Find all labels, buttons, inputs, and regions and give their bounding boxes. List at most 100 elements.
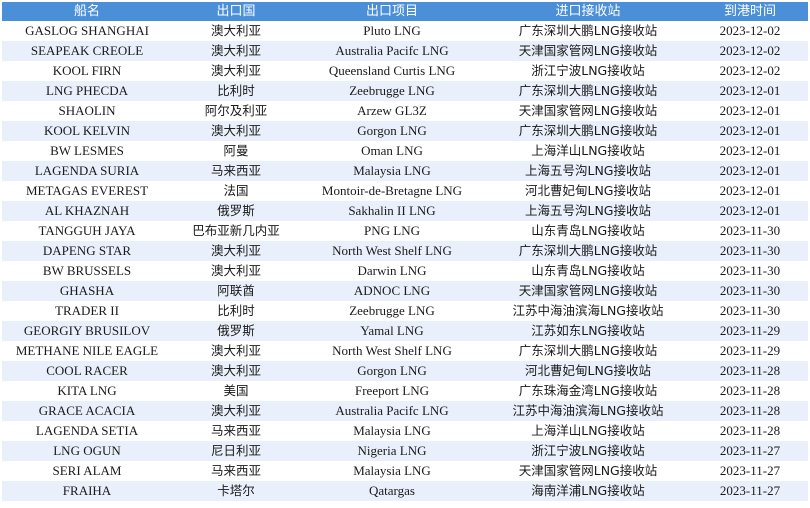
export-country-cell: 澳大利亚 [172,41,300,61]
export-project-cell: Queensland Curtis LNG [300,61,484,81]
table-row[interactable]: KITA LNG 美国 Freeport LNG 广东珠海金湾LNG接收站 2023-1… [2,381,808,401]
ship-name-cell: LNG OGUN [2,441,172,461]
import-terminal-cell: 天津国家管网LNG接收站 [484,281,692,301]
export-project-cell: Nigeria LNG [300,441,484,461]
export-country-cell: 法国 [172,181,300,201]
table-row[interactable]: METAGAS EVEREST 法国 Montoir-de-Bretagne LNG… [2,181,808,201]
table-row[interactable]: GEORGIY BRUSILOV 俄罗斯 Yamal LNG 江苏如东LNG接收站 20… [2,321,808,341]
import-terminal-cell: 浙江宁波LNG接收站 [484,441,692,461]
table-row[interactable]: KOOL FIRN 澳大利亚 Queensland Curtis LNG 浙江宁波LN… [2,61,808,81]
ship-name-cell: METHANE NILE EAGLE [2,341,172,361]
arrival-date-cell: 2023-11-30 [692,261,808,281]
export-country-cell: 澳大利亚 [172,21,300,41]
table-row[interactable]: GASLOG SHANGHAI 澳大利亚 Pluto LNG 广东深圳大鹏LNG接收站… [2,21,808,41]
header-ship-name[interactable]: 船名 [2,2,172,21]
arrival-date-cell: 2023-11-30 [692,301,808,321]
arrival-date-cell: 2023-11-28 [692,361,808,381]
table-row[interactable]: SERI ALAM 马来西亚 Malaysia LNG 天津国家管网LNG接收站 202… [2,461,808,481]
table-row[interactable]: AL KHAZNAH 俄罗斯 Sakhalin II LNG 上海五号沟LNG接收站 2… [2,201,808,221]
arrival-date-cell: 2023-12-01 [692,121,808,141]
table-row[interactable]: LNG PHECDA 比利时 Zeebrugge LNG 广东深圳大鹏LNG接收站 20… [2,81,808,101]
table-row[interactable]: LAGENDA SURIA 马来西亚 Malaysia LNG 上海五号沟LNG接收站… [2,161,808,181]
table-row[interactable]: LNG OGUN 尼日利亚 Nigeria LNG 浙江宁波LNG接收站 2023-11… [2,441,808,461]
export-project-cell: Gorgon LNG [300,121,484,141]
export-country-cell: 美国 [172,381,300,401]
arrival-date-cell: 2023-12-01 [692,101,808,121]
ship-name-cell: COOL RACER [2,361,172,381]
table-row[interactable]: GRACE ACACIA 澳大利亚 Australia Pacifc LNG 江苏中海… [2,401,808,421]
ship-name-cell: GHASHA [2,281,172,301]
table-body: GASLOG SHANGHAI 澳大利亚 Pluto LNG 广东深圳大鹏LNG接收站… [2,21,808,501]
table-row[interactable]: LAGENDA SETIA 马来西亚 Malaysia LNG 上海洋山LNG接收站 2… [2,421,808,441]
ship-name-cell: GRACE ACACIA [2,401,172,421]
ship-name-cell: LAGENDA SURIA [2,161,172,181]
arrival-date-cell: 2023-11-28 [692,401,808,421]
ship-name-cell: KOOL FIRN [2,61,172,81]
import-terminal-cell: 广东深圳大鹏LNG接收站 [484,121,692,141]
export-country-cell: 马来西亚 [172,421,300,441]
arrival-date-cell: 2023-11-29 [692,321,808,341]
export-project-cell: Arzew GL3Z [300,101,484,121]
export-project-cell: Montoir-de-Bretagne LNG [300,181,484,201]
table-row[interactable]: SHAOLIN 阿尔及利亚 Arzew GL3Z 天津国家管网LNG接收站 2023-1… [2,101,808,121]
table-row[interactable]: GHASHA 阿联酋 ADNOC LNG 天津国家管网LNG接收站 2023-11-30 [2,281,808,301]
export-project-cell: Australia Pacifc LNG [300,41,484,61]
export-country-cell: 俄罗斯 [172,201,300,221]
header-import-terminal[interactable]: 进口接收站 [484,2,692,21]
table-row[interactable]: BW LESMES 阿曼 Oman LNG 上海洋山LNG接收站 2023-12-01 [2,141,808,161]
export-country-cell: 澳大利亚 [172,361,300,381]
arrival-date-cell: 2023-11-30 [692,241,808,261]
table-row[interactable]: SEAPEAK CREOLE 澳大利亚 Australia Pacifc LNG 天津… [2,41,808,61]
export-country-cell: 马来西亚 [172,161,300,181]
table-row[interactable]: TRADER II 比利时 Zeebrugge LNG 江苏中海油滨海LNG接收站 20… [2,301,808,321]
export-project-cell: Pluto LNG [300,21,484,41]
export-project-cell: Malaysia LNG [300,161,484,181]
table-row[interactable]: TANGGUH JAYA 巴布亚新几内亚 PNG LNG 山东青岛LNG接收站 2023… [2,221,808,241]
export-project-cell: Yamal LNG [300,321,484,341]
table-row[interactable]: KOOL KELVIN 澳大利亚 Gorgon LNG 广东深圳大鹏LNG接收站 202… [2,121,808,141]
arrival-date-cell: 2023-11-27 [692,481,808,501]
export-project-cell: Malaysia LNG [300,461,484,481]
header-arrival-date[interactable]: 到港时间 [692,2,808,21]
export-country-cell: 澳大利亚 [172,341,300,361]
import-terminal-cell: 广东深圳大鹏LNG接收站 [484,241,692,261]
import-terminal-cell: 江苏中海油滨海LNG接收站 [484,301,692,321]
export-project-cell: North West Shelf LNG [300,341,484,361]
export-project-cell: Qatargas [300,481,484,501]
arrival-date-cell: 2023-11-27 [692,461,808,481]
header-export-project[interactable]: 出口项目 [300,2,484,21]
export-country-cell: 比利时 [172,301,300,321]
ship-name-cell: GEORGIY BRUSILOV [2,321,172,341]
import-terminal-cell: 江苏如东LNG接收站 [484,321,692,341]
table-row[interactable]: BW BRUSSELS 澳大利亚 Darwin LNG 山东青岛LNG接收站 2023-… [2,261,808,281]
table-row[interactable]: METHANE NILE EAGLE 澳大利亚 North West Shelf L… [2,341,808,361]
import-terminal-cell: 江苏中海油滨海LNG接收站 [484,401,692,421]
ship-name-cell: METAGAS EVEREST [2,181,172,201]
table-row[interactable]: COOL RACER 澳大利亚 Gorgon LNG 河北曹妃甸LNG接收站 2023-… [2,361,808,381]
export-country-cell: 澳大利亚 [172,61,300,81]
export-country-cell: 卡塔尔 [172,481,300,501]
ship-name-cell: KITA LNG [2,381,172,401]
export-project-cell: Zeebrugge LNG [300,301,484,321]
arrival-date-cell: 2023-11-30 [692,281,808,301]
ship-name-cell: SERI ALAM [2,461,172,481]
arrival-date-cell: 2023-12-01 [692,161,808,181]
ship-name-cell: TRADER II [2,301,172,321]
header-export-country[interactable]: 出口国 [172,2,300,21]
ship-name-cell: BW LESMES [2,141,172,161]
export-country-cell: 澳大利亚 [172,401,300,421]
export-country-cell: 尼日利亚 [172,441,300,461]
export-project-cell: Australia Pacifc LNG [300,401,484,421]
import-terminal-cell: 天津国家管网LNG接收站 [484,461,692,481]
ship-name-cell: LNG PHECDA [2,81,172,101]
lng-arrivals-table: 船名 出口国 出口项目 进口接收站 到港时间 GASLOG SHANGHAI 澳大… [2,2,808,501]
export-project-cell: Malaysia LNG [300,421,484,441]
table-header-row: 船名 出口国 出口项目 进口接收站 到港时间 [2,2,808,21]
arrival-date-cell: 2023-12-01 [692,141,808,161]
table-row[interactable]: FRAIHA 卡塔尔 Qatargas 海南洋浦LNG接收站 2023-11-27 [2,481,808,501]
export-country-cell: 巴布亚新几内亚 [172,221,300,241]
ship-name-cell: LAGENDA SETIA [2,421,172,441]
table-row[interactable]: DAPENG STAR 澳大利亚 North West Shelf LNG 广东深圳大… [2,241,808,261]
arrival-date-cell: 2023-12-02 [692,21,808,41]
arrival-date-cell: 2023-11-29 [692,341,808,361]
